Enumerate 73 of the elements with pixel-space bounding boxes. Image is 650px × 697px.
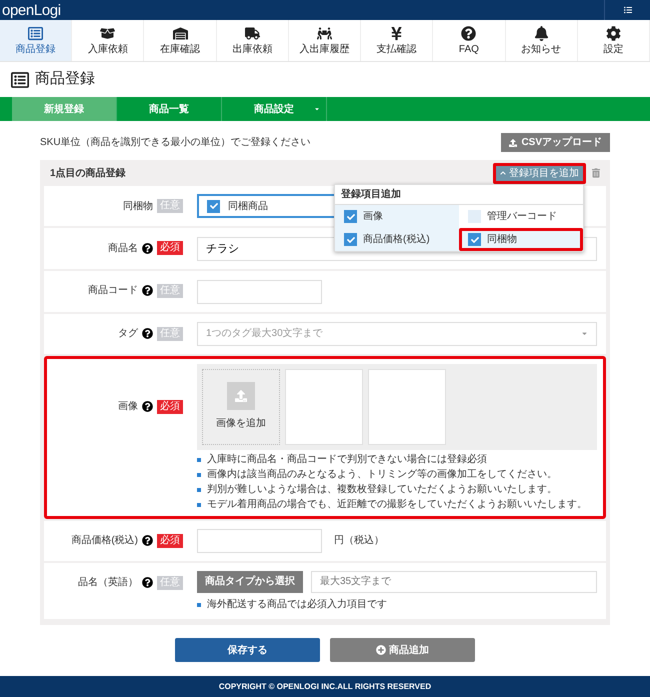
menu-icon	[624, 6, 632, 14]
note-text: モデル着用商品の場合でも、近距離での撮影をしていただくようお願いいたします。	[207, 498, 587, 510]
menu-option[interactable]: 画像	[335, 205, 459, 228]
check-icon	[210, 202, 218, 210]
help-icon[interactable]	[142, 328, 153, 339]
checkbox[interactable]	[468, 210, 481, 223]
bullet-icon	[197, 502, 201, 506]
help-icon[interactable]	[142, 242, 153, 254]
text-field[interactable]: 最大35文字まで	[311, 570, 597, 592]
required-tag: 必須	[157, 534, 183, 548]
note-text: 入庫時に商品名・商品コードで判別できない場合には登録必須	[207, 454, 487, 466]
bullet-icon	[197, 602, 201, 606]
image-upload-area[interactable]: 画像を追加	[202, 368, 280, 444]
copyright-text: COPYRIGHT © OPENLOGI INC.ALL RIGHTS RESERVED	[218, 680, 432, 692]
bullet-icon	[197, 458, 201, 462]
text-field[interactable]	[197, 280, 322, 304]
intro-text: SKU単位（商品を識別できる最小の単位）でご登録ください	[40, 136, 311, 150]
nav-item[interactable]: 出庫依頼	[216, 20, 289, 61]
field-label: タグ	[118, 327, 138, 341]
menu-option[interactable]: 商品価格(税込)	[335, 228, 459, 251]
help-icon[interactable]	[142, 535, 153, 546]
checkbox[interactable]	[344, 210, 357, 223]
note-text: 海外配送する商品では必須入力項目です	[207, 598, 387, 610]
page-title: 商品登録	[35, 69, 95, 90]
chevron-up-icon	[500, 170, 506, 176]
field-label: 品名（英語）	[78, 576, 138, 590]
checkbox[interactable]	[468, 233, 481, 246]
settings-icon	[606, 26, 621, 41]
bullet-icon	[197, 488, 201, 492]
price-field[interactable]	[197, 528, 322, 552]
caret-icon	[581, 330, 588, 337]
required-tag: 必須	[157, 400, 183, 414]
yen-icon	[389, 26, 404, 41]
help-icon[interactable]	[142, 577, 153, 588]
add-product-button[interactable]: 商品追加	[330, 638, 475, 662]
card-title: 1点目の商品登録	[50, 166, 126, 180]
menu-option[interactable]: 同梱物	[459, 228, 583, 251]
person-carrying-box-icon	[316, 26, 332, 41]
help-icon[interactable]	[142, 285, 153, 296]
help-icon[interactable]	[142, 401, 153, 412]
note-text: 画像内は該当商品のみとなるよう、トリミング等の画像加工をしてください。	[207, 468, 557, 480]
field-label: 商品コード	[88, 284, 138, 298]
unit-label: 円（税込）	[334, 534, 384, 548]
upload-icon	[227, 382, 255, 410]
checkbox[interactable]	[344, 233, 357, 246]
question-icon	[461, 26, 476, 41]
caret-icon	[314, 106, 320, 112]
save-button[interactable]: 保存する	[175, 638, 320, 662]
truck-icon	[244, 26, 260, 41]
trash-icon[interactable]	[592, 168, 600, 178]
nav-item[interactable]: 商品登録	[0, 20, 72, 61]
product-type-button[interactable]: 商品タイプから選択	[197, 570, 303, 592]
list-icon	[28, 26, 44, 41]
plus-icon	[376, 645, 386, 656]
logo[interactable]: openLogi	[0, 2, 61, 18]
warehouse-icon	[172, 26, 188, 41]
nav-item[interactable]: お知らせ	[506, 20, 578, 61]
upload-icon	[509, 138, 518, 146]
csv-upload-button[interactable]: CSVアップロード	[501, 133, 610, 152]
required-tag: 必須	[157, 241, 183, 255]
check-icon	[346, 236, 354, 244]
bell-icon	[534, 26, 549, 41]
field-label: 同梱物	[123, 200, 153, 214]
field-label: 画像	[118, 400, 138, 414]
box-icon	[100, 26, 116, 41]
field-label: 商品名	[108, 242, 138, 256]
checkbox[interactable]	[207, 200, 220, 212]
note-text: 判別が難しいような場合は、複数枚登録していただくようお願いいたします。	[207, 484, 557, 496]
bullet-icon	[197, 472, 201, 476]
field-label: 商品価格(税込)	[71, 534, 138, 548]
list-icon	[11, 70, 29, 88]
check-icon	[346, 212, 354, 220]
check-icon	[470, 236, 478, 244]
